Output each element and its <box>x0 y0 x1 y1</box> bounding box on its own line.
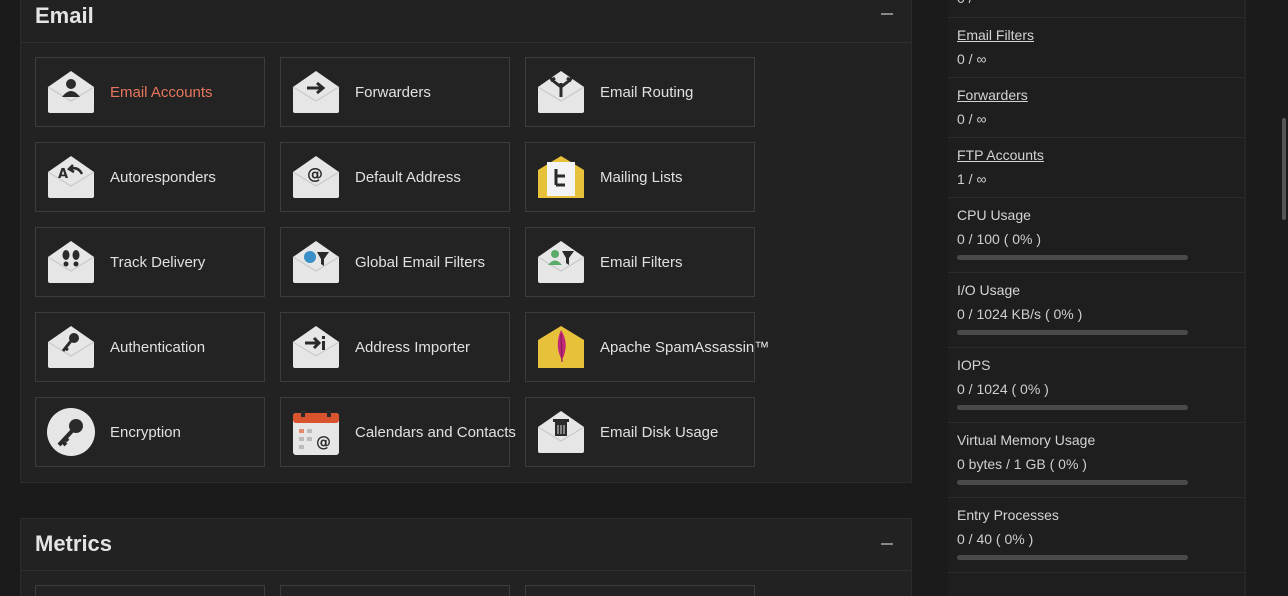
svg-text:@: @ <box>316 433 331 451</box>
tool-tile-email-accounts[interactable]: Email Accounts <box>35 57 265 127</box>
autoresponders-icon: A <box>46 152 96 202</box>
tool-tile-global-email-filters[interactable]: Global Email Filters <box>280 227 510 297</box>
stat-link[interactable]: FTP Accounts <box>957 138 1237 164</box>
tool-tile-email-routing[interactable]: Email Routing <box>525 57 755 127</box>
tool-tile-email-filters[interactable]: Email Filters <box>525 227 755 297</box>
tool-tile-label: Email Filters <box>600 253 683 271</box>
sidebar-edge <box>1244 0 1246 596</box>
stat-label: IOPS <box>957 357 991 373</box>
stat-value: 0 bytes / 1 GB ( 0% ) <box>957 456 1087 472</box>
page-scrollbar[interactable] <box>1282 118 1286 220</box>
tool-tile-calendars-and-contacts[interactable]: @ Calendars and Contacts <box>280 397 516 467</box>
stat-value: 0 / 1024 ( 0% ) <box>957 381 1049 397</box>
stat-cpu-usage: CPU Usage 0 / 100 ( 0% ) <box>948 198 1246 273</box>
calendars-contacts-icon: @ <box>291 407 341 457</box>
global-email-filters-icon <box>291 237 341 287</box>
stat-cut-off-value: 0 / <box>957 0 973 6</box>
metrics-tool-tile[interactable] <box>525 585 755 596</box>
tool-tile-label: Address Importer <box>355 338 471 356</box>
tool-tile-label: Email Accounts <box>110 83 213 101</box>
email-routing-icon <box>536 67 586 117</box>
stat-iops: IOPS 0 / 1024 ( 0% ) <box>948 348 1246 423</box>
tool-tile-autoresponders[interactable]: A Autoresponders <box>35 142 265 212</box>
metrics-panel-title: Metrics <box>35 531 113 556</box>
stat-value: 0 / ∞ <box>957 111 987 127</box>
authentication-icon <box>46 322 96 372</box>
metrics-collapse-button[interactable] <box>881 543 893 545</box>
metrics-tool-tile[interactable] <box>35 585 265 596</box>
tool-tile-label: Forwarders <box>355 83 431 101</box>
email-panel-header: Email <box>21 0 911 43</box>
stat-value: 0 / 40 ( 0% ) <box>957 531 1034 547</box>
metrics-tool-tile[interactable] <box>280 585 510 596</box>
mailing-lists-icon <box>536 152 586 202</box>
tool-tile-label: Email Routing <box>600 83 694 101</box>
metrics-panel-header: Metrics <box>21 519 911 571</box>
statistics-sidebar: 0 / Email Filters 0 / ∞ Forwarders 0 / ∞ FTP… <box>948 0 1246 596</box>
email-accounts-icon <box>46 67 96 117</box>
email-panel-title: Email <box>35 3 94 28</box>
stat-label: Virtual Memory Usage <box>957 432 1096 448</box>
usage-bar <box>957 405 1188 410</box>
tool-tile-encryption[interactable]: Encryption <box>35 397 265 467</box>
email-disk-usage-icon <box>536 407 586 457</box>
tool-tile-email-disk-usage[interactable]: Email Disk Usage <box>525 397 755 467</box>
stat-label: CPU Usage <box>957 207 1031 223</box>
email-panel: Email Email Accounts Forwarders Email Ro… <box>20 0 912 483</box>
tool-tile-track-delivery[interactable]: Track Delivery <box>35 227 265 297</box>
tool-tile-mailing-lists[interactable]: Mailing Lists <box>525 142 755 212</box>
email-collapse-button[interactable] <box>881 13 893 15</box>
cpanel-page: Email Email Accounts Forwarders Email Ro… <box>0 0 1288 596</box>
spamassassin-icon <box>536 322 586 372</box>
default-address-icon: @ <box>291 152 341 202</box>
tool-tile-forwarders[interactable]: Forwarders <box>280 57 510 127</box>
stat-link[interactable]: Forwarders <box>957 78 1237 104</box>
tool-tile-label: Track Delivery <box>110 253 206 271</box>
tool-tile-address-importer[interactable]: Address Importer <box>280 312 510 382</box>
svg-text:@: @ <box>307 164 323 183</box>
stat-value: 0 / 100 ( 0% ) <box>957 231 1042 247</box>
stat-label: Entry Processes <box>957 507 1059 523</box>
tool-tile-authentication[interactable]: Authentication <box>35 312 265 382</box>
stat-forwarders: Forwarders 0 / ∞ <box>948 78 1246 138</box>
forwarders-icon <box>291 67 341 117</box>
tool-tile-label: Email Disk Usage <box>600 423 719 441</box>
stat-email-filters: Email Filters 0 / ∞ <box>948 18 1246 78</box>
tool-tile-label: Authentication <box>110 338 206 356</box>
stat-entry-processes: Entry Processes 0 / 40 ( 0% ) <box>948 498 1246 573</box>
stat-virtual-memory-usage: Virtual Memory Usage 0 bytes / 1 GB ( 0% … <box>948 423 1246 498</box>
usage-bar <box>957 255 1188 260</box>
stat-cut-off: 0 / <box>948 0 1246 18</box>
stat-value: 0 / 1024 KB/s ( 0% ) <box>957 306 1083 322</box>
tool-tile-label: Calendars and Contacts <box>355 423 516 441</box>
tool-tile-label: Global Email Filters <box>355 253 486 271</box>
usage-bar <box>957 330 1188 335</box>
encryption-icon <box>46 407 96 457</box>
usage-bar <box>957 555 1188 560</box>
tool-tile-apache-spamassassin[interactable]: Apache SpamAssassin™ <box>525 312 769 382</box>
usage-bar <box>957 480 1188 485</box>
stat-i-o-usage: I/O Usage 0 / 1024 KB/s ( 0% ) <box>948 273 1246 348</box>
tool-tile-label: Apache SpamAssassin™ <box>600 338 770 356</box>
stat-value: 0 / ∞ <box>957 51 987 67</box>
tool-tile-label: Default Address <box>355 168 461 186</box>
address-importer-icon <box>291 322 341 372</box>
email-tools-grid: Email Accounts Forwarders Email Routing … <box>35 57 769 467</box>
tool-tile-label: Encryption <box>110 423 181 441</box>
tool-tile-label: Mailing Lists <box>600 168 683 186</box>
stats-list: Email Filters 0 / ∞ Forwarders 0 / ∞ FTP Acc… <box>948 18 1246 573</box>
tool-tile-default-address[interactable]: @ Default Address <box>280 142 510 212</box>
stat-value: 1 / ∞ <box>957 171 987 187</box>
metrics-tools-row <box>35 585 755 596</box>
svg-text:A: A <box>58 167 68 182</box>
stat-link[interactable]: Email Filters <box>957 18 1237 44</box>
stat-ftp-accounts: FTP Accounts 1 / ∞ <box>948 138 1246 198</box>
track-delivery-icon <box>46 237 96 287</box>
metrics-panel: Metrics <box>20 518 912 596</box>
stat-label: I/O Usage <box>957 282 1021 298</box>
tool-tile-label: Autoresponders <box>110 168 216 186</box>
email-filters-icon <box>536 237 586 287</box>
